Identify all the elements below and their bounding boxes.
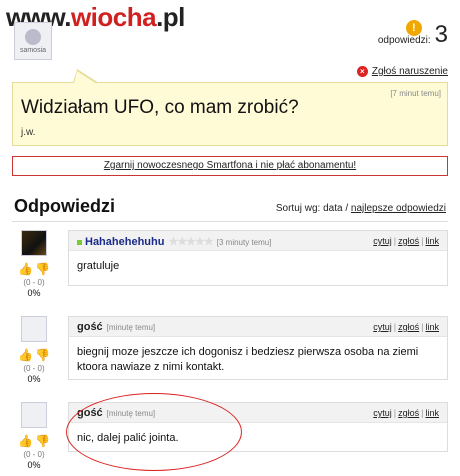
answer-time: [3 minuty temu] <box>216 238 272 247</box>
question-body: j.w. <box>21 127 36 138</box>
question-icon: ! <box>405 20 422 36</box>
answer-actions: cytuj | zgłoś | link <box>373 408 439 418</box>
avatar[interactable] <box>21 316 47 342</box>
rating-stars-icon: ★★★★★ <box>168 236 213 248</box>
answer-box: gość [minutę temu] cytuj | zgłoś | link biegn… <box>68 316 448 380</box>
question-time: [7 minut temu] <box>390 89 441 98</box>
answers-counter: ! odpowiedzi: 3 <box>377 20 448 48</box>
avatar-label: samosia <box>19 46 47 54</box>
answer-text: gratuluje <box>77 260 120 272</box>
report-link[interactable]: zgłoś <box>398 408 419 418</box>
permalink[interactable]: link <box>425 236 439 246</box>
vote-percent: 0% <box>27 460 41 470</box>
answers-count-value: 3 <box>434 21 448 48</box>
answer-vote-panel: 👍 👎 (0 - 0) 0% <box>12 230 56 298</box>
permalink[interactable]: link <box>425 408 439 418</box>
online-status-icon <box>77 239 82 245</box>
question-bubble: [7 minut temu] Widziałam UFO, co mam zro… <box>12 69 448 146</box>
answer-header: Hahahehehuhu ★★★★★ [3 minuty temu] cytuj | z… <box>69 231 447 251</box>
user-silhouette-icon <box>25 28 41 45</box>
answers-heading: Odpowiedzi <box>14 196 115 216</box>
vote-score: (0 - 0) <box>23 278 45 287</box>
thumb-up-icon[interactable]: 👍 <box>18 348 33 362</box>
vote-score: (0 - 0) <box>23 450 45 459</box>
promo-banner-link[interactable]: Zgarnij nowoczesnego Smartfona i nie pła… <box>12 156 448 176</box>
thumb-down-icon[interactable]: 👎 <box>35 434 50 448</box>
sort-label: Sortuj wg: data / <box>275 203 349 214</box>
thumb-down-icon[interactable]: 👎 <box>35 348 50 362</box>
answer-author[interactable]: gość [minutę temu] <box>77 321 155 333</box>
divider <box>12 221 448 222</box>
quote-link[interactable]: cytuj <box>373 408 392 418</box>
asker-avatar[interactable]: samosia <box>14 22 52 60</box>
vote-percent: 0% <box>27 288 41 298</box>
answer-time: [minutę temu] <box>106 323 156 332</box>
quote-link[interactable]: cytuj <box>373 236 392 246</box>
sort-control: Sortuj wg: data / najlepsze odpowiedzi <box>276 203 446 214</box>
report-violation-link[interactable]: × Zgłoś naruszenie <box>356 66 448 77</box>
thumb-down-icon[interactable]: 👎 <box>35 262 50 276</box>
report-link[interactable]: zgłoś <box>398 236 419 246</box>
answers-count-label: odpowiedzi: <box>377 35 431 46</box>
sort-best-link[interactable]: najlepsze odpowiedzi <box>351 203 446 214</box>
vote-percent: 0% <box>27 374 41 384</box>
answer-vote-panel: 👍 👎 (0 - 0) 0% <box>12 402 56 470</box>
avatar[interactable] <box>21 402 47 428</box>
thumb-up-icon[interactable]: 👍 <box>18 434 33 448</box>
permalink[interactable]: link <box>425 322 439 332</box>
answer-text: biegnij moze jeszcze ich dogonisz i bedz… <box>77 346 419 373</box>
answer-author[interactable]: Hahahehehuhu ★★★★★ [3 minuty temu] <box>77 235 271 248</box>
quote-link[interactable]: cytuj <box>373 322 392 332</box>
close-icon: × <box>356 66 368 77</box>
answer-box: Hahahehehuhu ★★★★★ [3 minuty temu] cytuj | z… <box>68 230 448 286</box>
report-link[interactable]: zgłoś <box>398 322 419 332</box>
answer-vote-panel: 👍 👎 (0 - 0) 0% <box>12 316 56 384</box>
highlight-ellipse <box>66 393 242 471</box>
avatar[interactable] <box>21 230 47 256</box>
thumb-up-icon[interactable]: 👍 <box>18 262 33 276</box>
answer-header: gość [minutę temu] cytuj | zgłoś | link <box>69 317 447 337</box>
vote-score: (0 - 0) <box>23 364 45 373</box>
answer-actions: cytuj | zgłoś | link <box>373 322 439 332</box>
report-violation-label: Zgłoś naruszenie <box>371 66 448 77</box>
question-title: Widziałam UFO, co mam zrobić? <box>21 97 299 118</box>
answer-actions: cytuj | zgłoś | link <box>373 236 439 246</box>
